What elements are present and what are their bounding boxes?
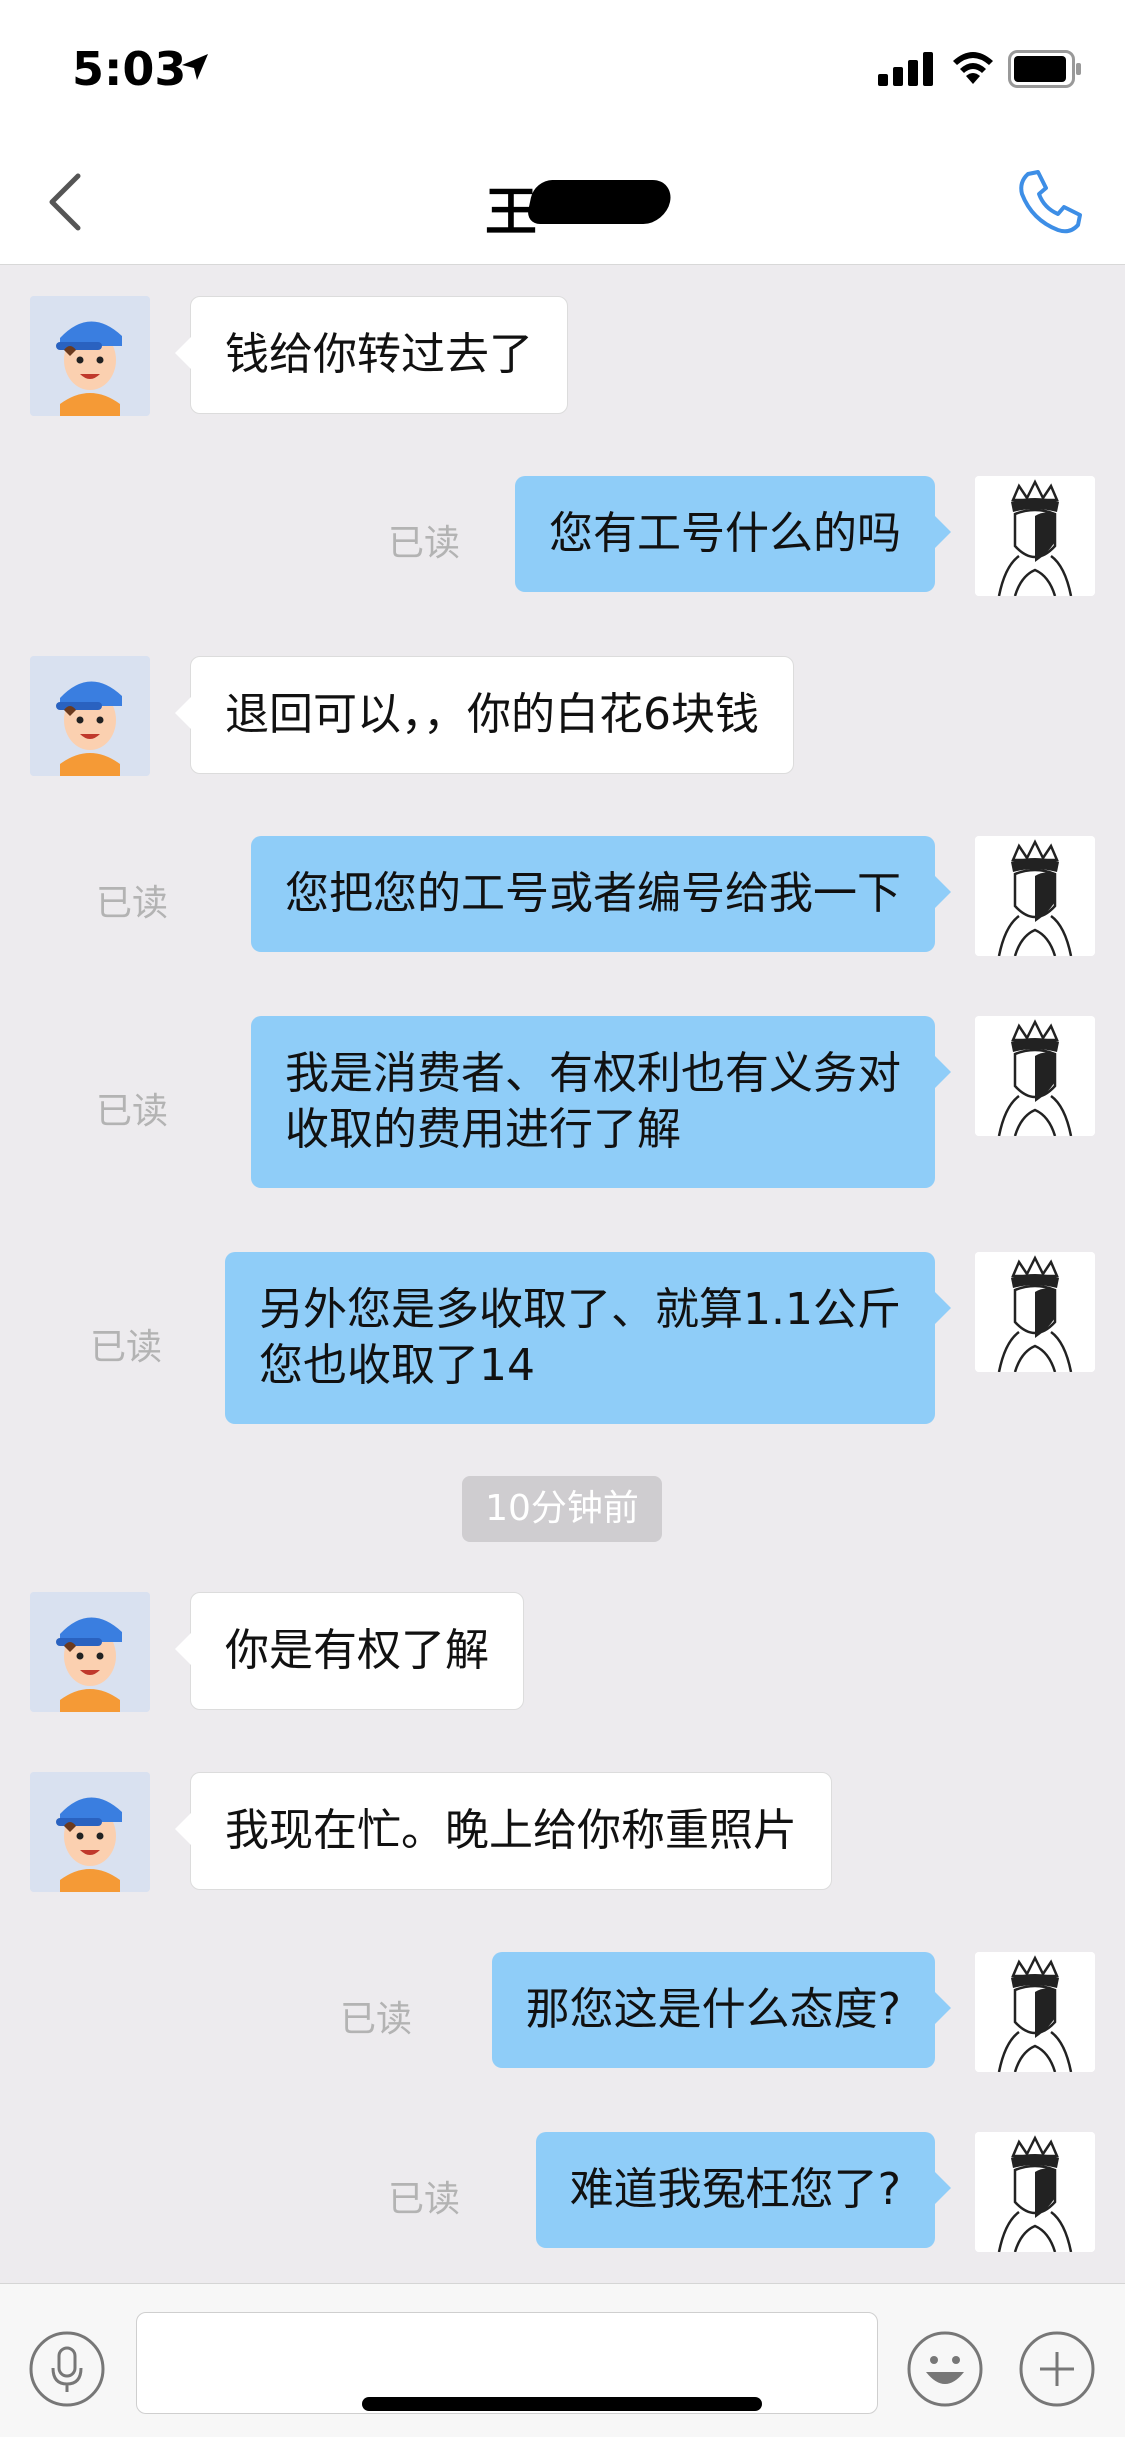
read-receipt: 已读 bbox=[96, 1091, 169, 1132]
message-bubble[interactable]: 难道我冤枉您了? bbox=[535, 2132, 952, 2248]
sketch-portrait-icon bbox=[975, 836, 1095, 956]
sketch-portrait-icon bbox=[975, 1952, 1095, 2072]
message-bubble[interactable]: 钱给你转过去了 bbox=[175, 296, 568, 414]
user-avatar[interactable] bbox=[975, 1252, 1095, 1372]
call-button[interactable] bbox=[1010, 162, 1090, 242]
message-bubble[interactable]: 我现在忙。晚上给你称重照片 bbox=[175, 1772, 832, 1890]
emoji-button[interactable] bbox=[906, 2330, 984, 2408]
sketch-portrait-icon bbox=[975, 1016, 1095, 1136]
message-bubble[interactable]: 您有工号什么的吗 bbox=[515, 476, 951, 592]
read-receipt: 已读 bbox=[340, 1999, 413, 2040]
contact-avatar[interactable] bbox=[30, 296, 150, 416]
cellular-signal-icon bbox=[878, 52, 933, 86]
user-avatar[interactable] bbox=[975, 1952, 1095, 2072]
more-options-button[interactable] bbox=[1018, 2330, 1096, 2408]
wifi-icon bbox=[953, 52, 993, 84]
sketch-portrait-icon bbox=[975, 2132, 1095, 2252]
message-text: 那您这是什么态度? bbox=[525, 1984, 901, 2035]
microphone-icon bbox=[29, 2331, 105, 2407]
chevron-left-icon bbox=[49, 173, 81, 231]
user-avatar[interactable] bbox=[975, 476, 1095, 596]
plus-icon bbox=[1019, 2331, 1095, 2407]
message-bubble[interactable]: 退回可以，，你的白花6块钱 bbox=[175, 656, 794, 774]
message-text: 钱给你转过去了 bbox=[225, 329, 533, 380]
smiley-icon bbox=[907, 2331, 983, 2407]
cartoon-person-icon bbox=[30, 1592, 150, 1712]
redaction-mark bbox=[525, 180, 675, 224]
battery-icon bbox=[1008, 50, 1081, 88]
phone-icon bbox=[1019, 170, 1082, 234]
message-bubble[interactable]: 那您这是什么态度? bbox=[491, 1952, 952, 2068]
status-bar: 5:03 bbox=[0, 0, 1125, 140]
user-avatar[interactable] bbox=[975, 2132, 1095, 2252]
user-avatar[interactable] bbox=[975, 1016, 1095, 1136]
cartoon-person-icon bbox=[30, 656, 150, 776]
message-bubble[interactable]: 您把您的工号或者编号给我一下 bbox=[251, 836, 951, 952]
user-avatar[interactable] bbox=[975, 836, 1095, 956]
message-text: 退回可以，，你的白花6块钱 bbox=[225, 689, 759, 740]
message-bubble[interactable]: 另外您是多收取了、就算1.1公斤 您也收取了14 bbox=[225, 1252, 951, 1424]
message-text: 您把您的工号或者编号给我一下 bbox=[285, 868, 901, 919]
cartoon-person-icon bbox=[30, 1772, 150, 1892]
message-text: 我是消费者、有权利也有义务对 bbox=[285, 1048, 901, 1099]
message-text: 您有工号什么的吗 bbox=[549, 508, 901, 559]
read-receipt: 已读 bbox=[90, 1327, 163, 1368]
read-receipt: 已读 bbox=[388, 2179, 461, 2220]
contact-avatar[interactable] bbox=[30, 1592, 150, 1712]
message-text-line2: 您也收取了14 bbox=[259, 1340, 536, 1391]
voice-button[interactable] bbox=[28, 2330, 106, 2408]
read-receipt: 已读 bbox=[96, 883, 169, 924]
message-text: 我现在忙。晚上给你称重照片 bbox=[225, 1805, 797, 1856]
sketch-portrait-icon bbox=[975, 1252, 1095, 1372]
home-indicator bbox=[362, 2397, 762, 2411]
back-button[interactable] bbox=[30, 162, 110, 242]
cartoon-person-icon bbox=[30, 296, 150, 416]
status-time: 5:03 bbox=[72, 42, 187, 96]
contact-avatar[interactable] bbox=[30, 656, 150, 776]
contact-avatar[interactable] bbox=[30, 1772, 150, 1892]
message-text: 难道我冤枉您了? bbox=[569, 2164, 901, 2215]
chat-header: 王 bbox=[0, 140, 1125, 265]
message-bubble[interactable]: 我是消费者、有权利也有义务对 收取的费用进行了解 bbox=[251, 1016, 951, 1188]
message-text: 另外您是多收取了、就算1.1公斤 bbox=[259, 1284, 901, 1335]
timestamp-divider: 10分钟前 bbox=[462, 1476, 662, 1542]
read-receipt: 已读 bbox=[388, 523, 461, 564]
message-text: 你是有权了解 bbox=[225, 1625, 489, 1676]
location-arrow-icon bbox=[182, 54, 208, 80]
message-bubble[interactable]: 你是有权了解 bbox=[175, 1592, 524, 1710]
sketch-portrait-icon bbox=[975, 476, 1095, 596]
input-bar bbox=[0, 2283, 1125, 2437]
message-text-line2: 收取的费用进行了解 bbox=[285, 1104, 681, 1155]
